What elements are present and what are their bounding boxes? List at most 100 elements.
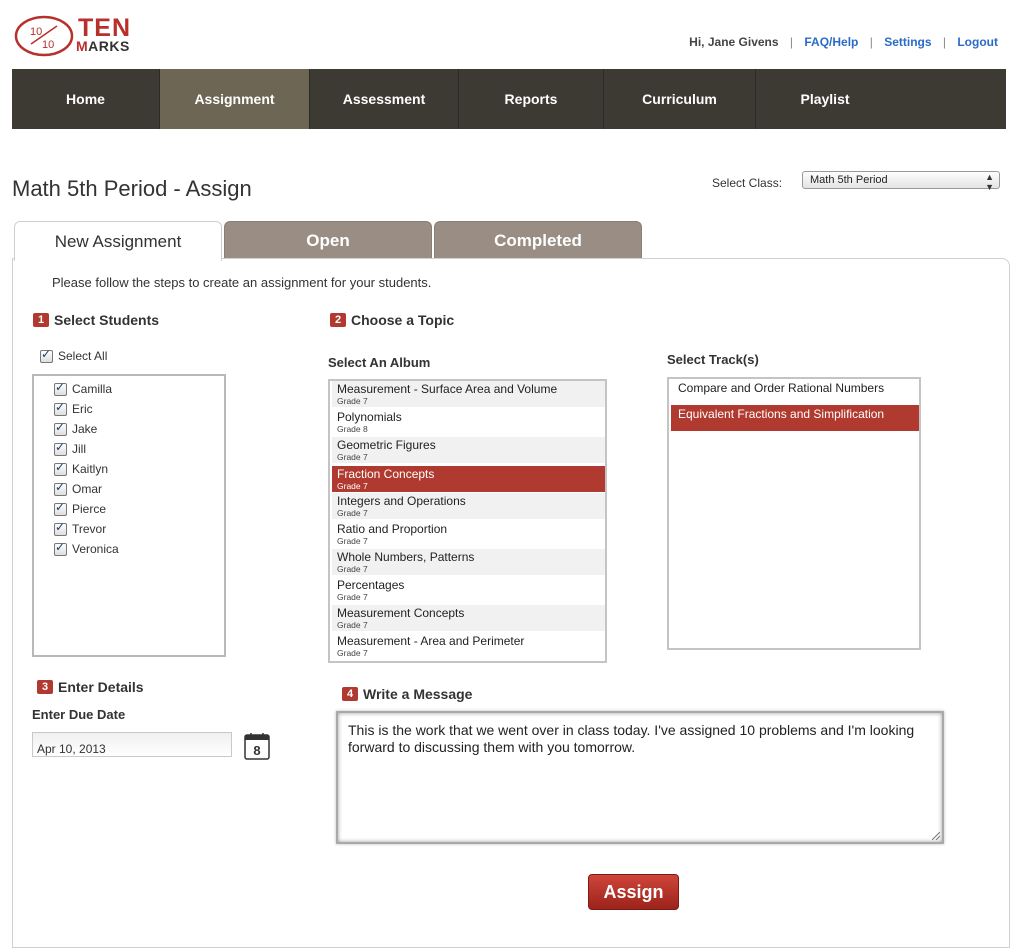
album-name: Fraction Concepts	[337, 467, 435, 481]
tab-completed[interactable]: Completed	[434, 221, 642, 259]
checkbox-checked-icon	[54, 520, 67, 536]
checkbox-checked-icon	[54, 500, 67, 516]
logo-denominator: 10	[42, 39, 54, 51]
student-name: Omar	[72, 482, 102, 496]
resize-handle-icon[interactable]	[932, 832, 940, 840]
nav-curriculum[interactable]: Curriculum	[604, 69, 756, 129]
album-name: Whole Numbers, Patterns	[337, 550, 475, 564]
tab-new-assignment[interactable]: New Assignment	[14, 221, 222, 261]
checkbox-checked-icon	[40, 347, 53, 363]
album-item[interactable]: Integers and Operations Grade 7	[332, 493, 605, 519]
student-name: Kaitlyn	[72, 462, 109, 476]
tab-open[interactable]: Open	[224, 221, 432, 259]
album-grade: Grade 7	[337, 396, 368, 406]
album-item[interactable]: Geometric Figures Grade 7	[332, 437, 605, 463]
album-item[interactable]: Ratio and Proportion Grade 7	[332, 521, 605, 547]
student-name: Veronica	[72, 542, 119, 556]
album-name: Integers and Operations	[337, 494, 466, 508]
student-item[interactable]: Trevor	[54, 520, 107, 536]
step-title: Write a Message	[363, 686, 473, 702]
student-item[interactable]: Camilla	[54, 380, 113, 396]
album-item-selected[interactable]: Fraction Concepts Grade 7	[332, 466, 605, 492]
tenmarks-logo[interactable]: 10 10 TEN MARKS	[12, 10, 142, 60]
calendar-day-number: 8	[253, 743, 260, 758]
divider: |	[869, 35, 873, 49]
checkbox-checked-icon	[54, 460, 67, 476]
student-item[interactable]: Jake	[54, 420, 97, 436]
class-select-dropdown[interactable]: Math 5th Period ▲ ▼	[802, 171, 1000, 192]
students-list[interactable]: Camilla Eric Jake Jill Kaitlyn Omar Pier…	[32, 374, 226, 657]
nav-assessment[interactable]: Assessment	[310, 69, 459, 129]
divider: |	[789, 35, 794, 49]
album-item[interactable]: Measurement Concepts Grade 7	[332, 605, 605, 631]
student-name: Jill	[72, 442, 86, 456]
album-grade: Grade 7	[337, 481, 368, 491]
updown-arrows-icon: ▲ ▼	[985, 172, 994, 192]
student-item[interactable]: Kaitlyn	[54, 460, 109, 476]
settings-link[interactable]: Settings	[884, 35, 931, 49]
select-all-label: Select All	[58, 349, 108, 363]
checkbox-checked-icon	[54, 540, 67, 556]
due-date-input[interactable]: Apr 10, 2013	[32, 732, 232, 757]
student-name: Pierce	[72, 502, 107, 516]
checkbox-checked-icon	[54, 480, 67, 496]
album-name: Measurement Concepts	[337, 606, 465, 620]
logo-marks-rest: ARKS	[88, 38, 130, 54]
logout-link[interactable]: Logout	[957, 35, 998, 49]
track-item[interactable]: Compare and Order Rational Numbers	[671, 381, 919, 399]
student-name: Trevor	[72, 522, 107, 536]
student-item[interactable]: Pierce	[54, 500, 107, 516]
student-item[interactable]: Jill	[54, 440, 86, 456]
checkbox-checked-icon	[54, 400, 67, 416]
logo-circle-icon: 10 10	[14, 15, 74, 57]
album-item[interactable]: Polynomials Grade 8	[332, 409, 605, 435]
album-name: Measurement - Surface Area and Volume	[337, 382, 558, 396]
message-text: This is the work that we went over in cl…	[348, 722, 915, 755]
nav-home[interactable]: Home	[12, 69, 160, 129]
select-album-label: Select An Album	[328, 355, 431, 370]
student-item[interactable]: Eric	[54, 400, 93, 416]
album-item[interactable]: Measurement - Area and Perimeter Grade 7	[332, 633, 605, 659]
main-nav: Home Assignment Assessment Reports Curri…	[12, 69, 1006, 129]
track-list[interactable]: Compare and Order Rational Numbers Equiv…	[667, 377, 921, 650]
user-greeting: Hi, Jane Givens	[689, 35, 779, 49]
album-grade: Grade 7	[337, 536, 368, 546]
student-item[interactable]: Omar	[54, 480, 102, 496]
album-grade: Grade 7	[337, 564, 368, 574]
student-name: Eric	[72, 402, 93, 416]
nav-assignment[interactable]: Assignment	[160, 69, 310, 129]
track-item-selected[interactable]: Equivalent Fractions and Simplification	[671, 405, 919, 431]
assign-button[interactable]: Assign	[588, 874, 679, 910]
logo-marks-m: M	[76, 38, 89, 54]
nav-playlist[interactable]: Playlist	[756, 69, 894, 129]
album-list[interactable]: Measurement - Surface Area and Volume Gra…	[328, 379, 607, 663]
album-item[interactable]: Measurement - Surface Area and Volume Gra…	[332, 381, 605, 407]
album-grade: Grade 7	[337, 620, 368, 630]
due-date-label: Enter Due Date	[32, 707, 126, 722]
select-all-checkbox[interactable]: Select All	[40, 347, 108, 363]
checkbox-checked-icon	[54, 380, 67, 396]
step-title: Enter Details	[58, 679, 144, 695]
album-grade: Grade 7	[337, 592, 368, 602]
album-item[interactable]: Percentages Grade 7	[332, 577, 605, 603]
step-number-badge: 4	[342, 687, 358, 701]
select-tracks-label: Select Track(s)	[667, 352, 759, 367]
step-number-badge: 2	[330, 313, 346, 327]
album-item[interactable]: Whole Numbers, Patterns Grade 7	[332, 549, 605, 575]
step-number-badge: 1	[33, 313, 49, 327]
class-select-value: Math 5th Period	[810, 174, 888, 186]
step-select-students-heading: 1 Select Students	[33, 312, 159, 328]
nav-reports[interactable]: Reports	[459, 69, 604, 129]
student-item[interactable]: Veronica	[54, 540, 119, 556]
student-name: Camilla	[72, 382, 113, 396]
step-number-badge: 3	[37, 680, 53, 694]
message-textarea[interactable]: This is the work that we went over in cl…	[336, 711, 944, 844]
calendar-icon[interactable]: 8	[244, 732, 270, 760]
logo-numerator: 10	[30, 26, 42, 38]
album-grade: Grade 8	[337, 424, 368, 434]
faq-help-link[interactable]: FAQ/Help	[804, 35, 858, 49]
album-name: Polynomials	[337, 410, 402, 424]
top-utility-bar: Hi, Jane Givens | FAQ/Help | Settings | …	[689, 35, 998, 49]
album-name: Percentages	[337, 578, 405, 592]
logo-marks-text: MARKS	[76, 38, 130, 54]
